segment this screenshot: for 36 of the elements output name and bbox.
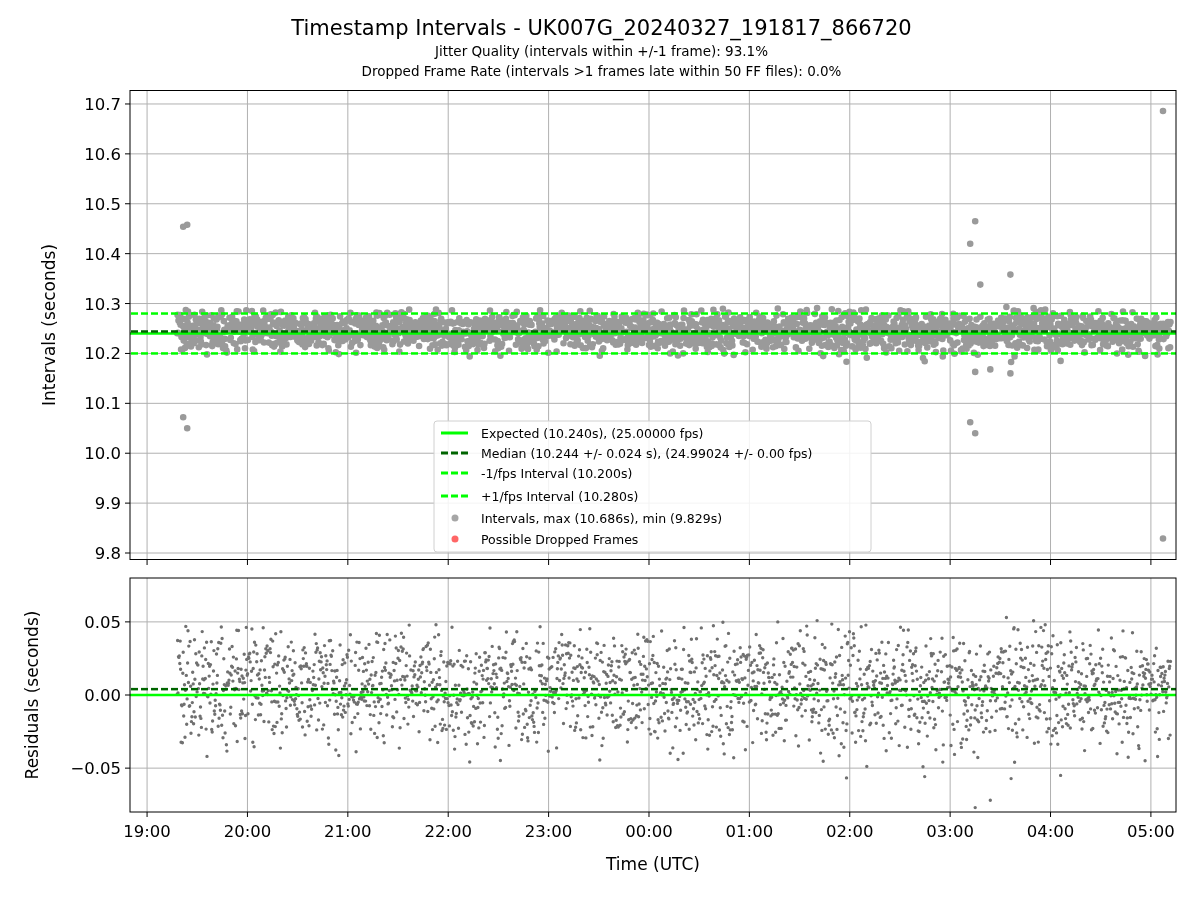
legend-label: Expected (10.240s), (25.00000 fps) xyxy=(481,425,704,441)
x-tick-label: 21:00 xyxy=(324,822,372,841)
y-tick-label: 9.9 xyxy=(94,494,121,514)
chart-subtitle: Dropped Frame Rate (intervals >1 frames late within 50 FF files): 0.0% xyxy=(361,62,842,81)
chart-subtitle: Jitter Quality (intervals within +/-1 frame): 93.1% xyxy=(435,42,768,61)
y-tick-label: 10.0 xyxy=(84,444,121,464)
legend-label: +1/fps Interval (10.280s) xyxy=(481,488,639,504)
y-tick-label: 10.7 xyxy=(84,94,121,114)
y-axis-label: Intervals (seconds) xyxy=(39,243,59,407)
legend-label: Median (10.244 +/- 0.024 s), (24.99024 +/- 0.00 fps) xyxy=(481,445,813,461)
y-tick-label: 10.2 xyxy=(84,344,121,364)
legend-label: -1/fps Interval (10.200s) xyxy=(481,465,633,481)
x-tick-label: 03:00 xyxy=(926,822,974,841)
y-tick-label: −0.05 xyxy=(70,759,121,779)
x-tick-label: 20:00 xyxy=(223,822,272,841)
x-tick-label: 01:00 xyxy=(725,822,774,841)
y-tick-label: 10.1 xyxy=(84,394,121,414)
x-tick-label: 04:00 xyxy=(1026,822,1075,841)
chart-title: Timestamp Intervals - UK007G_20240327_191817_866720 xyxy=(291,15,912,41)
x-tick-label: 19:00 xyxy=(123,822,171,841)
x-tick-label: 05:00 xyxy=(1127,822,1175,841)
y-tick-label: 10.6 xyxy=(84,144,121,164)
y-axis-label: Residuals (seconds) xyxy=(22,610,42,780)
y-tick-label: 0.05 xyxy=(84,612,121,632)
legend-label: Intervals, max (10.686s), min (9.829s) xyxy=(481,510,723,526)
y-tick-label: 10.4 xyxy=(84,244,121,264)
y-tick-label: 10.5 xyxy=(84,194,121,214)
y-tick-label: 9.8 xyxy=(94,544,121,563)
x-axis-label: Time (UTC) xyxy=(606,854,700,874)
y-tick-label: 10.3 xyxy=(84,294,121,314)
legend-label: Possible Dropped Frames xyxy=(481,531,639,547)
x-tick-label: 00:00 xyxy=(625,822,673,841)
x-tick-label: 22:00 xyxy=(424,822,472,841)
x-tick-label: 02:00 xyxy=(825,822,874,841)
y-tick-label: 0.00 xyxy=(84,686,121,705)
x-tick-label: 23:00 xyxy=(524,822,573,841)
